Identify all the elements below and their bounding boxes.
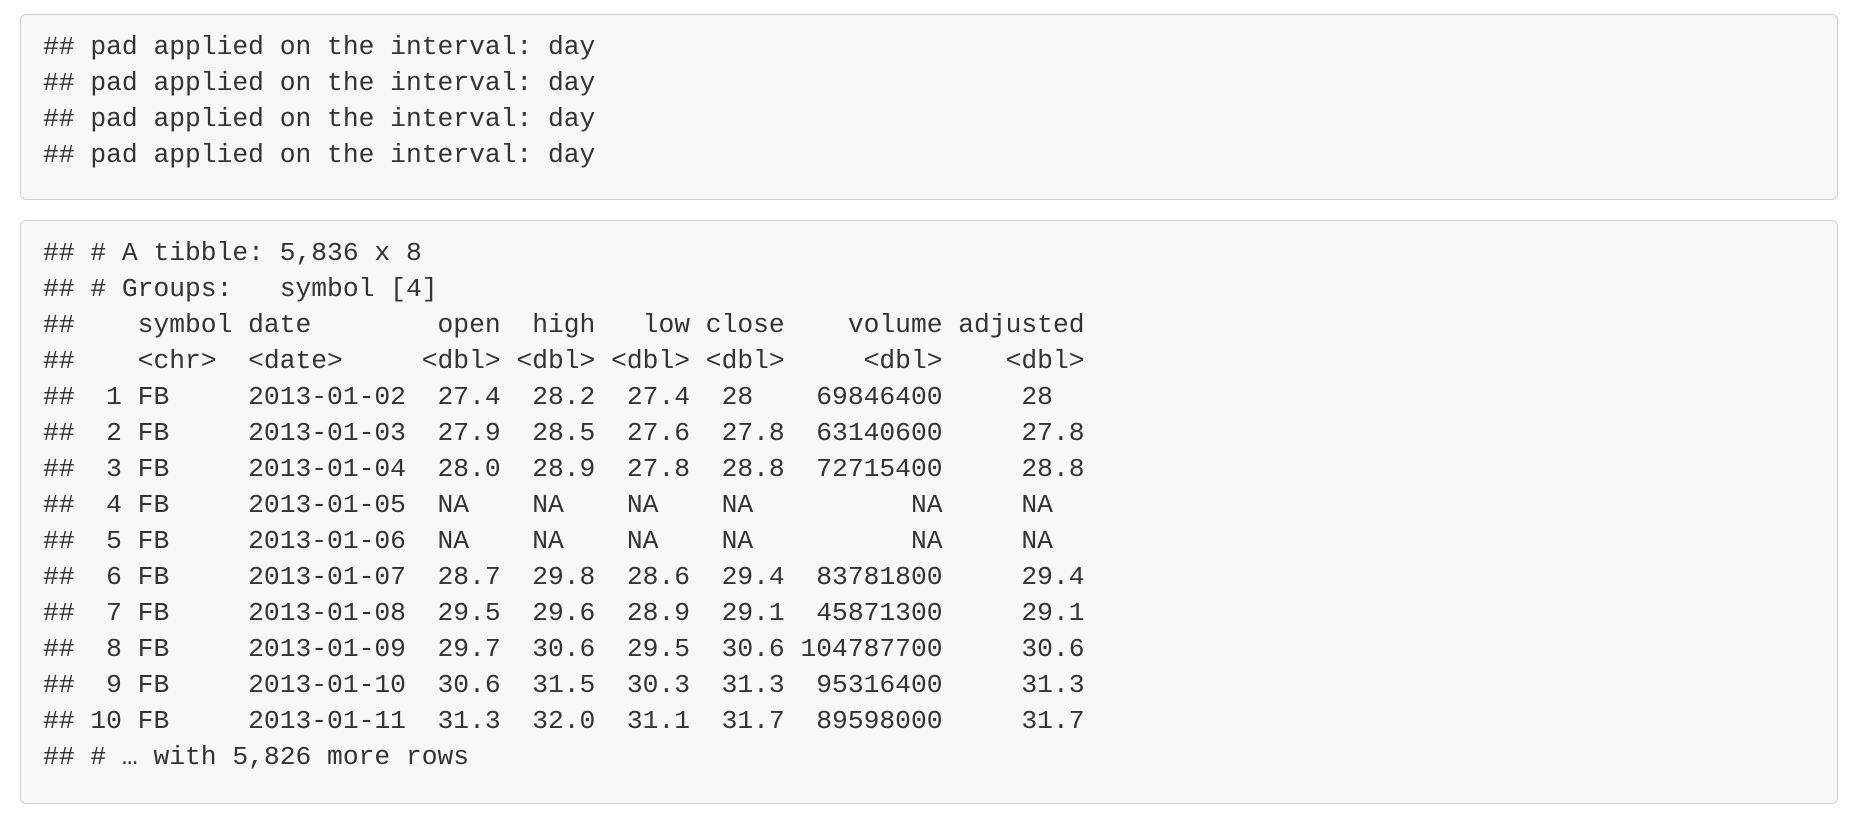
tibble-row: ## 3 FB 2013-01-04 28.0 28.9 27.8 28.8 7…	[43, 454, 1085, 484]
tibble-row: ## 7 FB 2013-01-08 29.5 29.6 28.9 29.1 4…	[43, 598, 1085, 628]
message-line: ## pad applied on the interval: day	[43, 68, 596, 98]
tibble-row: ## 9 FB 2013-01-10 30.6 31.5 30.3 31.3 9…	[43, 670, 1085, 700]
tibble-row: ## 10 FB 2013-01-11 31.3 32.0 31.1 31.7 …	[43, 706, 1085, 736]
tibble-output-block: ## # A tibble: 5,836 x 8 ## # Groups: sy…	[20, 220, 1838, 804]
tibble-column-header: ## symbol date open high low close volum…	[43, 310, 1085, 340]
tibble-row: ## 1 FB 2013-01-02 27.4 28.2 27.4 28 698…	[43, 382, 1085, 412]
tibble-row: ## 4 FB 2013-01-05 NA NA NA NA NA NA	[43, 490, 1085, 520]
tibble-row: ## 8 FB 2013-01-09 29.7 30.6 29.5 30.6 1…	[43, 634, 1085, 664]
message-line: ## pad applied on the interval: day	[43, 32, 596, 62]
tibble-summary-line: ## # A tibble: 5,836 x 8	[43, 238, 422, 268]
tibble-row: ## 6 FB 2013-01-07 28.7 29.8 28.6 29.4 8…	[43, 562, 1085, 592]
tibble-row: ## 2 FB 2013-01-03 27.9 28.5 27.6 27.8 6…	[43, 418, 1085, 448]
tibble-groups-line: ## # Groups: symbol [4]	[43, 274, 438, 304]
tibble-footer-line: ## # … with 5,826 more rows	[43, 742, 470, 772]
tibble-row: ## 5 FB 2013-01-06 NA NA NA NA NA NA	[43, 526, 1085, 556]
message-line: ## pad applied on the interval: day	[43, 140, 596, 170]
message-line: ## pad applied on the interval: day	[43, 104, 596, 134]
tibble-column-types: ## <chr> <date> <dbl> <dbl> <dbl> <dbl> …	[43, 346, 1085, 376]
messages-output-block: ## pad applied on the interval: day ## p…	[20, 14, 1838, 200]
